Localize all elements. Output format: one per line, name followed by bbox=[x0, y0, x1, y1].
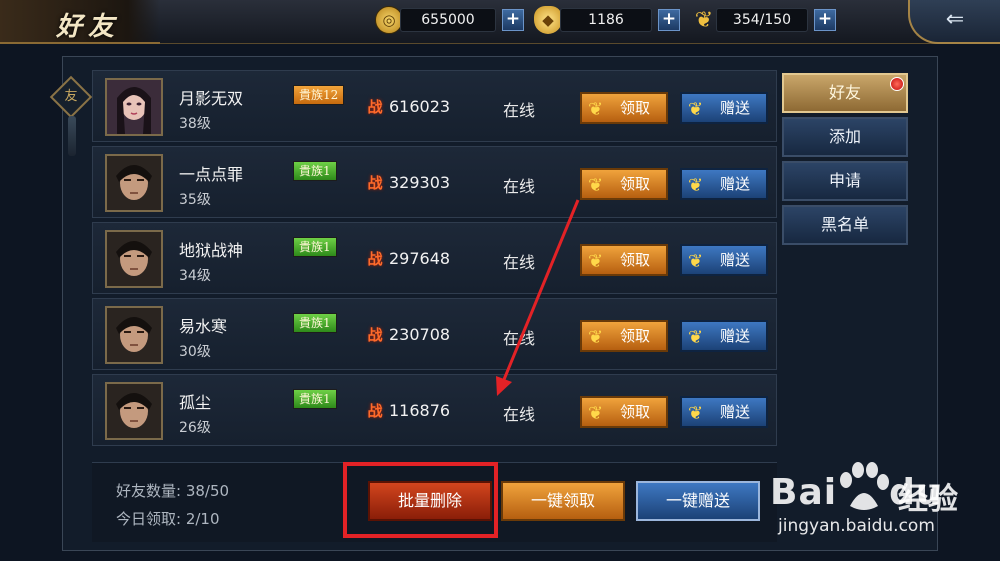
add-ingot-button[interactable]: + bbox=[658, 9, 680, 31]
friend-row: 易水寒 30级 貴族1 战 230708 在线 ❦ 领取 ❦ 赠送 bbox=[92, 298, 777, 370]
friend-level: 35级 bbox=[179, 192, 211, 208]
wheat-icon: ❦ bbox=[588, 327, 604, 348]
give-button[interactable]: ❦ 赠送 bbox=[680, 168, 768, 200]
friend-level: 30级 bbox=[179, 344, 211, 360]
friend-list[interactable]: 月影无双 38级 貴族12 战 616023 在线 ❦ 领取 ❦ 赠送 一点点罪 3… bbox=[92, 70, 777, 450]
online-status: 在线 bbox=[503, 253, 536, 272]
give-all-button[interactable]: 一键赠送 bbox=[636, 481, 760, 521]
wheat-icon: ❦ bbox=[588, 99, 604, 120]
avatar[interactable] bbox=[105, 306, 163, 364]
power-icon: 战 bbox=[367, 174, 383, 192]
claim-all-button[interactable]: 一键领取 bbox=[501, 481, 625, 521]
online-status: 在线 bbox=[503, 329, 536, 348]
top-bar: 好友 ◎ 655000 + ◆ 1186 + ❦ 354/150 + ⇐ bbox=[0, 0, 1000, 44]
avatar[interactable] bbox=[105, 230, 163, 288]
claim-button[interactable]: ❦ 领取 bbox=[580, 168, 668, 200]
watermark-cn: 经验 bbox=[898, 482, 958, 517]
wheat-icon: ❦ bbox=[688, 327, 704, 348]
gold-ingot-icon: ◆ bbox=[534, 6, 562, 34]
friend-power: 616023 bbox=[389, 97, 451, 116]
vip-badge: 貴族1 bbox=[293, 237, 337, 257]
gold-coin-icon: ◎ bbox=[375, 6, 403, 34]
online-status: 在线 bbox=[503, 177, 536, 196]
stamina-wheat-icon: ❦ bbox=[694, 7, 714, 33]
online-status: 在线 bbox=[503, 405, 536, 424]
gold-ingot-value: 1186 bbox=[560, 8, 652, 32]
tab-blacklist[interactable]: 黑名单 bbox=[782, 205, 908, 245]
page-title: 好友 bbox=[56, 12, 121, 42]
wheat-icon: ❦ bbox=[688, 403, 704, 424]
today-claimed: 今日领取: 2/10 bbox=[116, 510, 220, 528]
gold-coin-value: 655000 bbox=[400, 8, 496, 32]
vip-badge: 貴族1 bbox=[293, 161, 337, 181]
friend-power: 297648 bbox=[389, 249, 451, 268]
give-button[interactable]: ❦ 赠送 bbox=[680, 396, 768, 428]
friend-row: 月影无双 38级 貴族12 战 616023 在线 ❦ 领取 ❦ 赠送 bbox=[92, 70, 777, 142]
wheat-icon: ❦ bbox=[588, 175, 604, 196]
wheat-icon: ❦ bbox=[588, 403, 604, 424]
friend-name: 一点点罪 bbox=[179, 165, 244, 184]
give-button[interactable]: ❦ 赠送 bbox=[680, 244, 768, 276]
wheat-icon: ❦ bbox=[688, 251, 704, 272]
tab-add[interactable]: 添加 bbox=[782, 117, 908, 157]
claim-button[interactable]: ❦ 领取 bbox=[580, 92, 668, 124]
friend-power: 230708 bbox=[389, 325, 451, 344]
friend-power: 329303 bbox=[389, 173, 451, 192]
add-stamina-button[interactable]: + bbox=[814, 9, 836, 31]
tab-requests[interactable]: 申请 bbox=[782, 161, 908, 201]
online-status: 在线 bbox=[503, 101, 536, 120]
give-button[interactable]: ❦ 赠送 bbox=[680, 320, 768, 352]
annotation-highlight-box bbox=[343, 462, 498, 538]
give-button[interactable]: ❦ 赠送 bbox=[680, 92, 768, 124]
friend-name: 月影无双 bbox=[179, 89, 244, 108]
notification-dot-icon bbox=[890, 77, 904, 91]
friend-power: 116876 bbox=[389, 401, 451, 420]
tab-friends[interactable]: 好友 bbox=[782, 73, 908, 113]
claim-button[interactable]: ❦ 领取 bbox=[580, 396, 668, 428]
power-icon: 战 bbox=[367, 98, 383, 116]
claim-button[interactable]: ❦ 领取 bbox=[580, 244, 668, 276]
vip-badge: 貴族1 bbox=[293, 313, 337, 333]
power-icon: 战 bbox=[367, 402, 383, 420]
friend-row: 孤尘 26级 貴族1 战 116876 在线 ❦ 领取 ❦ 赠送 bbox=[92, 374, 777, 446]
friend-level: 34级 bbox=[179, 268, 211, 284]
baidu-paw-icon bbox=[840, 462, 889, 510]
wheat-icon: ❦ bbox=[588, 251, 604, 272]
avatar[interactable] bbox=[105, 78, 163, 136]
add-gold-button[interactable]: + bbox=[502, 9, 524, 31]
friend-count: 好友数量: 38/50 bbox=[116, 482, 230, 500]
power-icon: 战 bbox=[367, 250, 383, 268]
friend-name: 孤尘 bbox=[179, 393, 212, 412]
baidu-watermark: Bai du 经验 jingyan.baidu.com bbox=[770, 456, 1000, 556]
friend-name: 易水寒 bbox=[179, 317, 228, 336]
stamina-value: 354/150 bbox=[716, 8, 808, 32]
back-arrow-icon: ⇐ bbox=[945, 7, 965, 32]
friend-name: 地狱战神 bbox=[179, 241, 244, 260]
friend-level: 26级 bbox=[179, 420, 211, 436]
vip-badge: 貴族1 bbox=[293, 389, 337, 409]
avatar[interactable] bbox=[105, 382, 163, 440]
wheat-icon: ❦ bbox=[688, 99, 704, 120]
claim-button[interactable]: ❦ 领取 bbox=[580, 320, 668, 352]
title-plate: 好友 bbox=[0, 0, 160, 44]
vip-badge: 貴族12 bbox=[293, 85, 345, 105]
friend-row: 一点点罪 35级 貴族1 战 329303 在线 ❦ 领取 ❦ 赠送 bbox=[92, 146, 777, 218]
wheat-icon: ❦ bbox=[688, 175, 704, 196]
friend-row: 地狱战神 34级 貴族1 战 297648 在线 ❦ 领取 ❦ 赠送 bbox=[92, 222, 777, 294]
ornament-tassel bbox=[68, 116, 76, 156]
avatar[interactable] bbox=[105, 154, 163, 212]
power-icon: 战 bbox=[367, 326, 383, 344]
friend-level: 38级 bbox=[179, 116, 211, 132]
watermark-url: jingyan.baidu.com bbox=[778, 516, 935, 536]
back-button[interactable]: ⇐ bbox=[908, 0, 1000, 44]
